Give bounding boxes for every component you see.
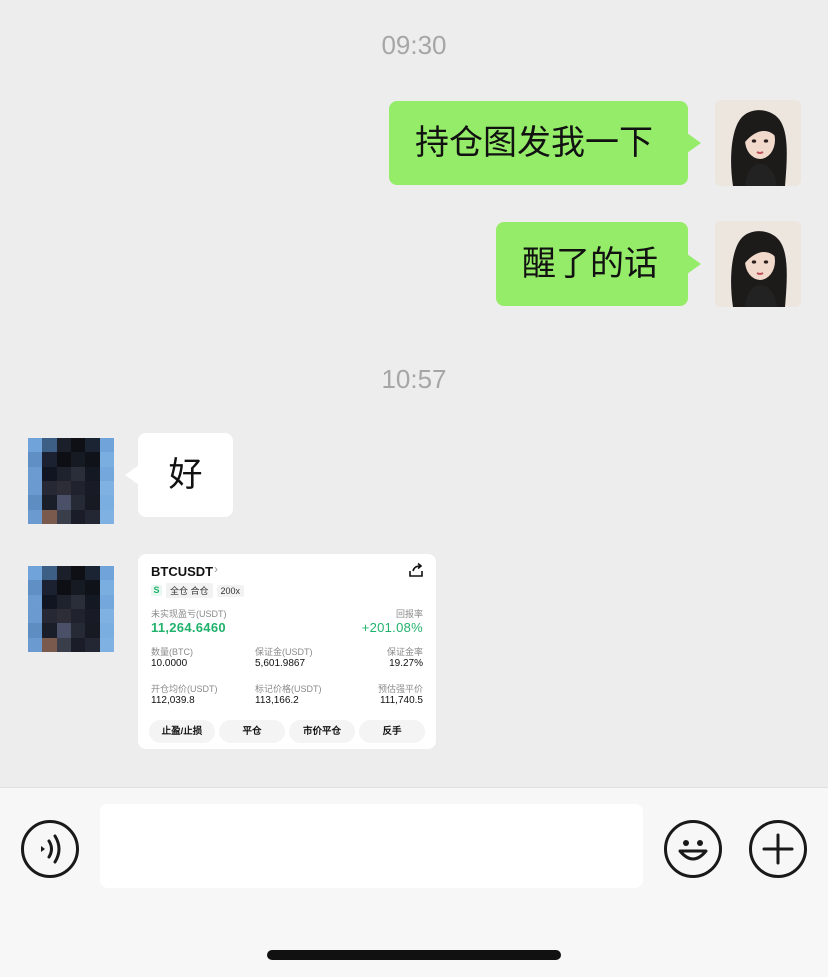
leverage-tag: 200x <box>216 584 245 597</box>
size-value: 10.0000 <box>151 658 188 669</box>
position-actions: 止盈/止损 平仓 市价平仓 反手 <box>149 720 425 743</box>
market-close-button[interactable]: 市价平仓 <box>289 720 355 743</box>
position-tags: S 全仓 合仓 200x <box>151 583 245 598</box>
size-label: 数量(BTC) <box>151 647 193 657</box>
roe-label: 回报率 <box>395 609 423 619</box>
chevron-right-icon: › <box>214 562 218 576</box>
my-avatar[interactable] <box>715 221 801 307</box>
emoji-icon <box>678 840 708 861</box>
my-avatar[interactable] <box>715 100 801 186</box>
share-icon <box>409 562 423 577</box>
margin-mode-tag: 全仓 合仓 <box>166 583 213 598</box>
portrait-avatar-image <box>715 221 801 307</box>
position-symbol: BTCUSDT <box>151 564 214 579</box>
reverse-position-button[interactable]: 反手 <box>359 720 425 743</box>
message-bubble-outgoing[interactable]: 持仓图发我一下 <box>389 101 701 185</box>
margin-ratio-label: 保证金率 <box>386 647 423 657</box>
liq-price-value: 111,740.5 <box>379 695 423 706</box>
unrealized-pnl-label: 未实现盈亏(USDT) <box>151 609 227 619</box>
margin-value: 5,601.9867 <box>255 658 306 669</box>
position-screenshot-message[interactable]: BTCUSDT › S 全仓 合仓 200x 未实现盈亏(USDT) 回报率 1… <box>138 554 436 749</box>
mark-price-value: 113,166.2 <box>255 695 299 706</box>
margin-ratio-value: 19.27% <box>389 658 423 669</box>
plus-icon <box>762 833 794 865</box>
message-bubble-incoming[interactable]: 好 <box>125 433 233 517</box>
margin-label: 保证金(USDT) <box>255 647 313 657</box>
entry-price-label: 开仓均价(USDT) <box>151 684 218 694</box>
portrait-avatar-image <box>715 100 801 186</box>
contact-avatar[interactable] <box>28 438 114 524</box>
tp-sl-button[interactable]: 止盈/止损 <box>149 720 215 743</box>
emoji-button[interactable] <box>664 820 722 878</box>
input-bar <box>0 787 828 977</box>
more-button[interactable] <box>749 820 807 878</box>
timestamp: 10:57 <box>381 364 447 394</box>
voice-icon <box>41 834 61 864</box>
message-input[interactable] <box>100 804 643 888</box>
voice-button[interactable] <box>21 820 79 878</box>
contact-avatar[interactable] <box>28 566 114 652</box>
timestamp: 09:30 <box>381 30 447 60</box>
roe-value: +201.08% <box>361 620 423 635</box>
home-indicator <box>267 950 561 960</box>
mark-price-label: 标记价格(USDT) <box>255 684 322 694</box>
entry-price-value: 112,039.8 <box>151 695 195 706</box>
message-bubble-outgoing[interactable]: 醒了的话 <box>496 222 701 306</box>
strategy-badge-icon: S <box>151 585 162 596</box>
unrealized-pnl-value: 11,264.6460 <box>151 620 226 635</box>
close-position-button[interactable]: 平仓 <box>219 720 285 743</box>
liq-price-label: 预估强平价 <box>377 684 423 694</box>
